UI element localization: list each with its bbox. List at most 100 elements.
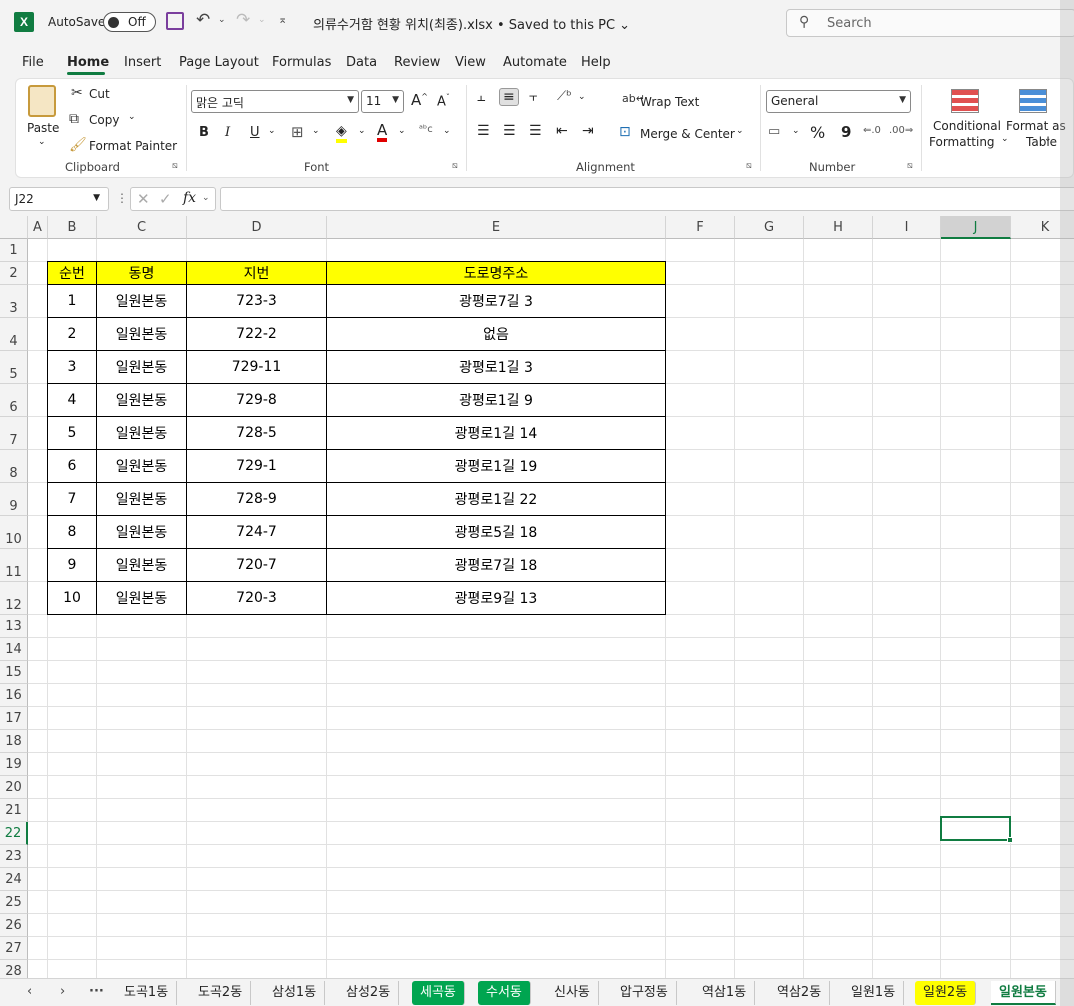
font-name-dropdown[interactable]: 맑은 고딕 ▼ [191, 90, 359, 113]
fill-color-icon[interactable]: ◈ [336, 123, 347, 143]
column-header-h[interactable]: H [804, 216, 873, 239]
save-icon[interactable] [166, 12, 184, 30]
fill-handle[interactable] [1007, 837, 1013, 843]
format-as-table-label[interactable]: Table [1026, 135, 1057, 149]
row-header[interactable]: 12 [0, 582, 28, 615]
sheet-tab[interactable]: 삼성2동 [338, 981, 400, 1005]
copy-button[interactable]: Copy [89, 113, 119, 127]
clipboard-launcher-icon[interactable]: ⧅ [172, 161, 178, 171]
table-cell[interactable]: 일원본동 [96, 284, 187, 318]
sheet-tab[interactable]: 도곡2동 [190, 981, 252, 1005]
format-as-table-dropdown-icon[interactable]: ⌄ [1044, 134, 1052, 144]
search-box[interactable]: ⚲ Search [786, 9, 1074, 37]
decrease-font-icon[interactable]: Aˇ [437, 93, 450, 109]
tab-data[interactable]: Data [346, 55, 377, 70]
table-cell[interactable]: 729-8 [186, 383, 327, 417]
row-header[interactable]: 9 [0, 483, 28, 516]
table-cell[interactable]: 광평로1길 3 [326, 350, 666, 384]
enter-icon[interactable]: ✓ [159, 190, 172, 208]
orientation-icon[interactable]: ⟋ᵇ [557, 89, 572, 104]
table-cell[interactable]: 728-9 [186, 482, 327, 516]
table-header-cell[interactable]: 동명 [96, 261, 187, 285]
name-box[interactable]: J22 ▼ [9, 187, 109, 211]
comma-button[interactable]: 9 [841, 123, 851, 141]
align-right-icon[interactable]: ☰ [529, 123, 542, 139]
tab-help[interactable]: Help [581, 55, 611, 70]
row-header[interactable]: 21 [0, 799, 28, 822]
active-cell-selection[interactable] [940, 816, 1011, 841]
redo-dropdown-icon[interactable]: ⌄ [258, 15, 266, 25]
sheet-tab[interactable]: 도곡1동 [116, 981, 178, 1005]
row-header[interactable]: 19 [0, 753, 28, 776]
column-header-a[interactable]: A [28, 216, 48, 239]
conditional-formatting-button[interactable]: Conditional [933, 119, 1001, 133]
table-cell[interactable]: 일원본동 [96, 350, 187, 384]
table-cell[interactable]: 8 [47, 515, 97, 549]
column-header-j[interactable]: J [941, 216, 1011, 239]
row-header[interactable]: 6 [0, 384, 28, 417]
table-cell[interactable]: 일원본동 [96, 383, 187, 417]
paste-dropdown-icon[interactable]: ⌄ [38, 137, 46, 147]
insert-function-icon[interactable]: fx [183, 190, 196, 206]
row-header[interactable]: 1 [0, 239, 28, 262]
conditional-formatting-label[interactable]: Formatting [929, 135, 995, 149]
undo-icon[interactable]: ↶ [196, 10, 210, 30]
column-header-i[interactable]: I [873, 216, 941, 239]
format-as-table-button[interactable]: Format as [1006, 119, 1066, 133]
tab-home[interactable]: Home [67, 55, 109, 70]
sheet-tab[interactable]: 일원본동 [991, 981, 1056, 1005]
row-header[interactable]: 5 [0, 351, 28, 384]
underline-button[interactable]: U [250, 125, 260, 140]
column-header-c[interactable]: C [97, 216, 187, 239]
table-cell[interactable]: 5 [47, 416, 97, 450]
table-header-cell[interactable]: 순번 [47, 261, 97, 285]
fill-color-dropdown-icon[interactable]: ⌄ [358, 126, 366, 136]
tab-insert[interactable]: Insert [124, 55, 161, 70]
sheet-tab[interactable]: 삼성1동 [264, 981, 326, 1005]
alignment-launcher-icon[interactable]: ⧅ [746, 161, 752, 171]
font-color-dropdown-icon[interactable]: ⌄ [398, 126, 406, 136]
table-header-cell[interactable]: 도로명주소 [326, 261, 666, 285]
sheet-tab[interactable]: 역삼2동 [769, 981, 831, 1005]
increase-indent-icon[interactable]: ⇥ [582, 123, 594, 139]
decrease-indent-icon[interactable]: ⇤ [556, 123, 568, 139]
column-header-f[interactable]: F [666, 216, 735, 239]
row-header[interactable]: 8 [0, 450, 28, 483]
sheet-tab[interactable]: 역삼1동 [694, 981, 756, 1005]
table-cell[interactable]: 없음 [326, 317, 666, 351]
customize-toolbar-icon[interactable]: ⌅ [278, 13, 287, 26]
select-all-corner[interactable] [0, 216, 28, 239]
table-cell[interactable]: 일원본동 [96, 548, 187, 582]
table-cell[interactable]: 일원본동 [96, 416, 187, 450]
number-launcher-icon[interactable]: ⧅ [907, 161, 913, 171]
sheet-tab[interactable]: 세곡동 [412, 981, 465, 1005]
merge-center-button[interactable]: Merge & Center [640, 127, 735, 141]
table-cell[interactable]: 720-7 [186, 548, 327, 582]
row-header[interactable]: 22 [0, 822, 28, 845]
row-header[interactable]: 17 [0, 707, 28, 730]
table-cell[interactable]: 6 [47, 449, 97, 483]
conditional-dropdown-icon[interactable]: ⌄ [1001, 134, 1009, 144]
table-cell[interactable]: 광평로1길 14 [326, 416, 666, 450]
paste-button[interactable]: Paste [27, 121, 59, 135]
table-cell[interactable]: 10 [47, 581, 97, 615]
worksheet-grid[interactable]: ABCDEFGHIJK 1 2 3 4 5 6 7 8 9 10 11 12 13 14 15 16 17 18 1… [0, 216, 1074, 983]
table-cell[interactable]: 일원본동 [96, 581, 187, 615]
align-bottom-icon[interactable]: ⫟ [529, 89, 537, 105]
tab-review[interactable]: Review [394, 55, 440, 70]
more-sheets-icon[interactable]: ··· [89, 984, 104, 999]
sheet-tab[interactable]: 일원2동 [915, 981, 977, 1005]
table-cell[interactable]: 일원본동 [96, 482, 187, 516]
paste-icon[interactable] [28, 85, 56, 117]
table-cell[interactable]: 광평로7길 18 [326, 548, 666, 582]
row-header[interactable]: 26 [0, 914, 28, 937]
row-header[interactable]: 2 [0, 262, 28, 285]
sheet-tab[interactable]: 수서동 [478, 981, 531, 1005]
increase-font-icon[interactable]: A^ [411, 91, 428, 109]
sheet-tab[interactable]: 신사동 [546, 981, 599, 1005]
table-cell[interactable]: 일원본동 [96, 317, 187, 351]
italic-button[interactable]: I [225, 125, 230, 140]
orientation-dropdown-icon[interactable]: ⌄ [578, 92, 586, 102]
row-header[interactable]: 23 [0, 845, 28, 868]
align-left-icon[interactable]: ☰ [477, 123, 490, 139]
